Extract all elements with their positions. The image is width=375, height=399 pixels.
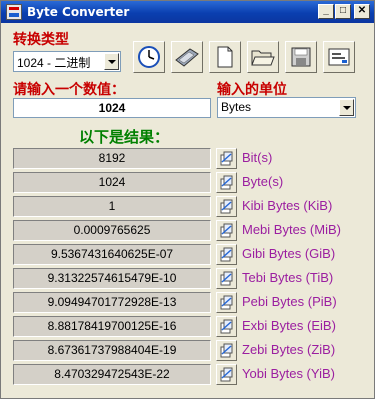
result-unit-label: Mebi Bytes (MiB) bbox=[242, 222, 341, 237]
about-button[interactable] bbox=[323, 41, 355, 73]
result-row: 8.88178419700125E-16 Exbi Bytes (EiB) bbox=[13, 316, 353, 337]
window-title: Byte Converter bbox=[27, 5, 130, 19]
result-unit-label: Pebi Bytes (PiB) bbox=[242, 294, 337, 309]
result-unit-label: Zebi Bytes (ZiB) bbox=[242, 342, 336, 357]
copy-icon bbox=[220, 367, 233, 382]
result-value: 8.88178419700125E-16 bbox=[13, 316, 211, 337]
input-value-label: 请输入一个数值： bbox=[13, 82, 125, 98]
result-unit-label: Yobi Bytes (YiB) bbox=[242, 366, 335, 381]
result-row: 9.09494701772928E-13 Pebi Bytes (PiB) bbox=[13, 292, 353, 313]
copy-button[interactable] bbox=[216, 268, 237, 289]
copy-icon bbox=[220, 319, 233, 334]
result-value: 1 bbox=[13, 196, 211, 217]
info-window-icon bbox=[328, 48, 350, 66]
unit-select-value: Bytes bbox=[221, 100, 252, 114]
result-row: 1024 Byte(s) bbox=[13, 172, 353, 193]
copy-icon bbox=[220, 247, 233, 262]
result-unit-label: Exbi Bytes (EiB) bbox=[242, 318, 336, 333]
result-unit-label: Bit(s) bbox=[242, 150, 273, 165]
result-value: 0.0009765625 bbox=[13, 220, 211, 241]
result-value: 8.470329472543E-22 bbox=[13, 364, 211, 385]
copy-icon bbox=[220, 175, 233, 190]
result-unit-label: Tebi Bytes (TiB) bbox=[242, 270, 334, 285]
copy-button[interactable] bbox=[216, 148, 237, 169]
result-unit-label: Byte(s) bbox=[242, 174, 284, 189]
result-value: 1024 bbox=[13, 172, 211, 193]
conversion-type-select[interactable]: 1024 - 二进制 bbox=[13, 51, 121, 72]
result-row: 8.67361737988404E-19 Zebi Bytes (ZiB) bbox=[13, 340, 353, 361]
open-folder-icon bbox=[251, 50, 275, 66]
copy-button[interactable] bbox=[216, 316, 237, 337]
input-unit-label: 输入的单位 bbox=[217, 82, 287, 98]
result-value: 8192 bbox=[13, 148, 211, 169]
maximize-button[interactable]: □ bbox=[335, 4, 351, 19]
minimize-button[interactable]: _ bbox=[318, 4, 334, 19]
copy-button[interactable] bbox=[216, 292, 237, 313]
calculator-button[interactable] bbox=[171, 41, 203, 73]
close-button[interactable]: ✕ bbox=[354, 4, 370, 19]
byte-converter-window: Byte Converter _ □ ✕ 转换类型 1024 - 二进制 请输入… bbox=[0, 0, 375, 399]
chevron-down-icon[interactable] bbox=[104, 53, 119, 70]
clock-button[interactable] bbox=[133, 41, 165, 73]
conversion-type-value: 1024 - 二进制 bbox=[17, 56, 91, 70]
new-button[interactable] bbox=[209, 41, 241, 73]
value-input[interactable]: 1024 bbox=[13, 98, 211, 118]
new-document-icon bbox=[217, 46, 233, 68]
unit-select[interactable]: Bytes bbox=[217, 97, 356, 118]
conversion-type-label: 转换类型 bbox=[13, 32, 69, 48]
save-button[interactable] bbox=[285, 41, 317, 73]
result-value: 9.09494701772928E-13 bbox=[13, 292, 211, 313]
copy-button[interactable] bbox=[216, 340, 237, 361]
result-unit-label: Gibi Bytes (GiB) bbox=[242, 246, 336, 261]
result-unit-label: Kibi Bytes (KiB) bbox=[242, 198, 333, 213]
result-value: 9.5367431640625E-07 bbox=[13, 244, 211, 265]
copy-button[interactable] bbox=[216, 244, 237, 265]
app-icon bbox=[6, 4, 22, 20]
calculator-icon bbox=[175, 48, 199, 67]
copy-icon bbox=[220, 151, 233, 166]
copy-button[interactable] bbox=[216, 172, 237, 193]
copy-button[interactable] bbox=[216, 196, 237, 217]
copy-button[interactable] bbox=[216, 220, 237, 241]
copy-icon bbox=[220, 295, 233, 310]
title-bar[interactable]: Byte Converter _ □ ✕ bbox=[1, 1, 374, 23]
result-row: 0.0009765625 Mebi Bytes (MiB) bbox=[13, 220, 353, 241]
result-value: 9.31322574615479E-10 bbox=[13, 268, 211, 289]
chevron-down-icon[interactable] bbox=[339, 99, 354, 116]
result-row: 9.31322574615479E-10 Tebi Bytes (TiB) bbox=[13, 268, 353, 289]
clock-icon bbox=[138, 46, 160, 68]
copy-icon bbox=[220, 343, 233, 358]
copy-icon bbox=[220, 223, 233, 238]
save-disk-icon bbox=[291, 47, 311, 67]
open-button[interactable] bbox=[247, 41, 279, 73]
result-row: 8192 Bit(s) bbox=[13, 148, 353, 169]
result-value: 8.67361737988404E-19 bbox=[13, 340, 211, 361]
result-row: 1 Kibi Bytes (KiB) bbox=[13, 196, 353, 217]
result-row: 9.5367431640625E-07 Gibi Bytes (GiB) bbox=[13, 244, 353, 265]
results-label: 以下是结果： bbox=[79, 128, 170, 146]
copy-icon bbox=[220, 271, 233, 286]
copy-button[interactable] bbox=[216, 364, 237, 385]
result-row: 8.470329472543E-22 Yobi Bytes (YiB) bbox=[13, 364, 353, 385]
copy-icon bbox=[220, 199, 233, 214]
